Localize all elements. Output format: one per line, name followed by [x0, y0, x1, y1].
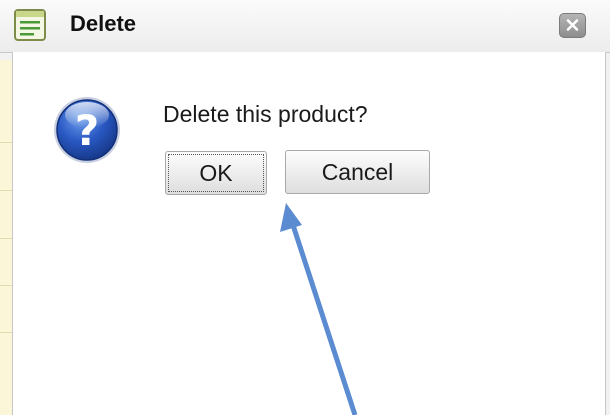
svg-text:?: ? — [75, 106, 99, 155]
background-row-line — [0, 238, 12, 239]
dialog-message: Delete this product? — [163, 101, 368, 127]
dialog-body: ? Delete this product? OK Cancel — [12, 52, 606, 415]
dialog-title: Delete — [70, 11, 137, 36]
dialog-title-bar[interactable]: Delete — [0, 0, 610, 53]
background-row-line — [0, 332, 12, 333]
ok-button[interactable]: OK — [165, 151, 267, 195]
screenshot: Delete ? Delete this product? OK Cancel — [0, 0, 610, 415]
form-icon — [14, 9, 46, 41]
background-row-line — [0, 190, 12, 191]
close-icon — [566, 19, 579, 31]
background-row-line — [0, 142, 12, 143]
close-button[interactable] — [559, 13, 586, 38]
cancel-button[interactable]: Cancel — [285, 150, 430, 194]
question-icon: ? — [54, 97, 120, 163]
background-row-line — [0, 285, 12, 286]
